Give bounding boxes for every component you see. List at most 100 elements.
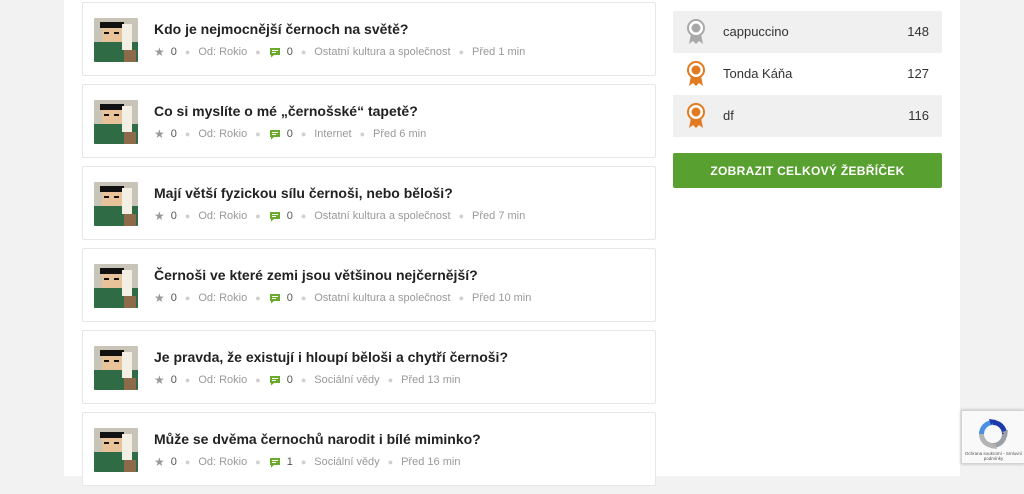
avatar[interactable] xyxy=(94,264,138,308)
question-meta: ★ 0 ● Od: Rokio ● 0 ● Internet ● Před 6 … xyxy=(154,127,426,141)
page-container: Kdo je nejmocnější černoch na světě? ★ 0… xyxy=(64,0,960,486)
separator-dot: ● xyxy=(255,211,261,221)
question-meta: ★ 0 ● Od: Rokio ● 1 ● Sociální vědy ● Př… xyxy=(154,455,460,469)
category-link[interactable]: Internet xyxy=(314,128,351,140)
question-card[interactable]: Může se dvěma černochů narodit i bílé mi… xyxy=(82,412,656,486)
separator-dot: ● xyxy=(184,375,191,385)
question-card[interactable]: Mají větší fyzickou sílu černoši, nebo b… xyxy=(82,166,656,240)
question-title[interactable]: Černoši ve které zemi jsou většinou nejč… xyxy=(154,267,478,283)
question-title[interactable]: Co si myslíte o mé „černošské“ tapetě? xyxy=(154,103,418,119)
comment-icon xyxy=(269,211,281,222)
question-card[interactable]: Je pravda, že existují i hloupí běloši a… xyxy=(82,330,656,404)
avatar[interactable] xyxy=(94,182,138,226)
separator-dot: ● xyxy=(458,211,465,221)
separator-dot: ● xyxy=(300,457,307,467)
leaderboard-score: 127 xyxy=(907,66,929,81)
star-icon[interactable]: ★ xyxy=(154,455,165,469)
category-link[interactable]: Sociální vědy xyxy=(314,374,379,386)
comment-count: 0 xyxy=(286,374,293,386)
separator-dot: ● xyxy=(300,211,307,221)
leaderboard-score: 116 xyxy=(908,108,929,123)
vote-count: 0 xyxy=(170,46,177,58)
comment-count: 1 xyxy=(286,456,293,468)
separator-dot: ● xyxy=(387,375,394,385)
separator-dot: ● xyxy=(184,293,191,303)
leaderboard: cappuccino 148 Tonda Káňa 127 df 116 xyxy=(673,11,942,137)
vote-count: 0 xyxy=(170,210,177,222)
comment-icon xyxy=(269,375,281,386)
author-link[interactable]: Od: Rokio xyxy=(198,46,247,58)
time-ago: Před 1 min xyxy=(472,46,526,58)
separator-dot: ● xyxy=(184,211,191,221)
question-card[interactable]: Kdo je nejmocnější černoch na světě? ★ 0… xyxy=(82,2,656,76)
question-meta: ★ 0 ● Od: Rokio ● 0 ● Ostatní kultura a … xyxy=(154,45,525,59)
leaderboard-row[interactable]: Tonda Káňa 127 xyxy=(673,53,942,95)
author-link[interactable]: Od: Rokio xyxy=(198,292,247,304)
comment-icon xyxy=(269,457,281,468)
vote-count: 0 xyxy=(170,292,177,304)
category-link[interactable]: Ostatní kultura a společnost xyxy=(314,46,450,58)
comment-icon xyxy=(269,47,281,58)
vote-count: 0 xyxy=(170,128,177,140)
separator-dot: ● xyxy=(255,293,261,303)
leaderboard-name[interactable]: cappuccino xyxy=(723,24,789,39)
time-ago: Před 6 min xyxy=(373,128,427,140)
separator-dot: ● xyxy=(184,47,191,57)
comment-count: 0 xyxy=(286,292,293,304)
question-meta: ★ 0 ● Od: Rokio ● 0 ● Sociální vědy ● Př… xyxy=(154,373,460,387)
question-title[interactable]: Může se dvěma černochů narodit i bílé mi… xyxy=(154,431,481,447)
separator-dot: ● xyxy=(300,129,307,139)
question-title[interactable]: Mají větší fyzickou sílu černoši, nebo b… xyxy=(154,185,453,201)
star-icon[interactable]: ★ xyxy=(154,291,165,305)
author-link[interactable]: Od: Rokio xyxy=(198,374,247,386)
avatar[interactable] xyxy=(94,346,138,390)
question-card[interactable]: Černoši ve které zemi jsou většinou nejč… xyxy=(82,248,656,322)
question-card[interactable]: Co si myslíte o mé „černošské“ tapetě? ★… xyxy=(82,84,656,158)
leaderboard-score: 148 xyxy=(907,24,929,39)
separator-dot: ● xyxy=(255,47,261,57)
leaderboard-name[interactable]: Tonda Káňa xyxy=(723,66,792,81)
leaderboard-row[interactable]: df 116 xyxy=(673,95,942,137)
star-icon[interactable]: ★ xyxy=(154,209,165,223)
author-link[interactable]: Od: Rokio xyxy=(198,456,247,468)
bronze-medal-icon xyxy=(686,61,706,87)
time-ago: Před 10 min xyxy=(472,292,532,304)
avatar[interactable] xyxy=(94,18,138,62)
category-link[interactable]: Ostatní kultura a společnost xyxy=(314,210,450,222)
separator-dot: ● xyxy=(458,47,465,57)
time-ago: Před 13 min xyxy=(401,374,461,386)
star-icon[interactable]: ★ xyxy=(154,373,165,387)
star-icon[interactable]: ★ xyxy=(154,45,165,59)
bronze-medal-icon xyxy=(686,103,706,129)
comment-icon xyxy=(269,129,281,140)
leaderboard-name[interactable]: df xyxy=(723,108,734,123)
separator-dot: ● xyxy=(255,457,261,467)
question-list: Kdo je nejmocnější černoch na světě? ★ 0… xyxy=(82,2,656,494)
separator-dot: ● xyxy=(184,129,191,139)
question-title[interactable]: Je pravda, že existují i hloupí běloši a… xyxy=(154,349,508,365)
author-link[interactable]: Od: Rokio xyxy=(198,210,247,222)
comment-count: 0 xyxy=(286,46,293,58)
avatar[interactable] xyxy=(94,100,138,144)
separator-dot: ● xyxy=(300,47,307,57)
star-icon[interactable]: ★ xyxy=(154,127,165,141)
comment-count: 0 xyxy=(286,128,293,140)
separator-dot: ● xyxy=(300,293,307,303)
separator-dot: ● xyxy=(458,293,465,303)
show-full-leaderboard-button[interactable]: ZOBRAZIT CELKOVÝ ŽEBŘÍČEK xyxy=(673,153,942,188)
separator-dot: ● xyxy=(184,457,191,467)
separator-dot: ● xyxy=(359,129,365,139)
vote-count: 0 xyxy=(170,374,177,386)
question-title[interactable]: Kdo je nejmocnější černoch na světě? xyxy=(154,21,408,37)
comment-icon xyxy=(269,293,281,304)
leaderboard-row[interactable]: cappuccino 148 xyxy=(673,11,942,53)
category-link[interactable]: Sociální vědy xyxy=(314,456,379,468)
category-link[interactable]: Ostatní kultura a společnost xyxy=(314,292,450,304)
separator-dot: ● xyxy=(255,129,261,139)
avatar[interactable] xyxy=(94,428,138,472)
author-link[interactable]: Od: Rokio xyxy=(198,128,247,140)
recaptcha-text[interactable]: Ochrana soukromí - Smluvní podmínky xyxy=(962,451,1024,461)
recaptcha-badge[interactable]: Ochrana soukromí - Smluvní podmínky xyxy=(961,410,1024,464)
time-ago: Před 7 min xyxy=(472,210,526,222)
vote-count: 0 xyxy=(170,456,177,468)
